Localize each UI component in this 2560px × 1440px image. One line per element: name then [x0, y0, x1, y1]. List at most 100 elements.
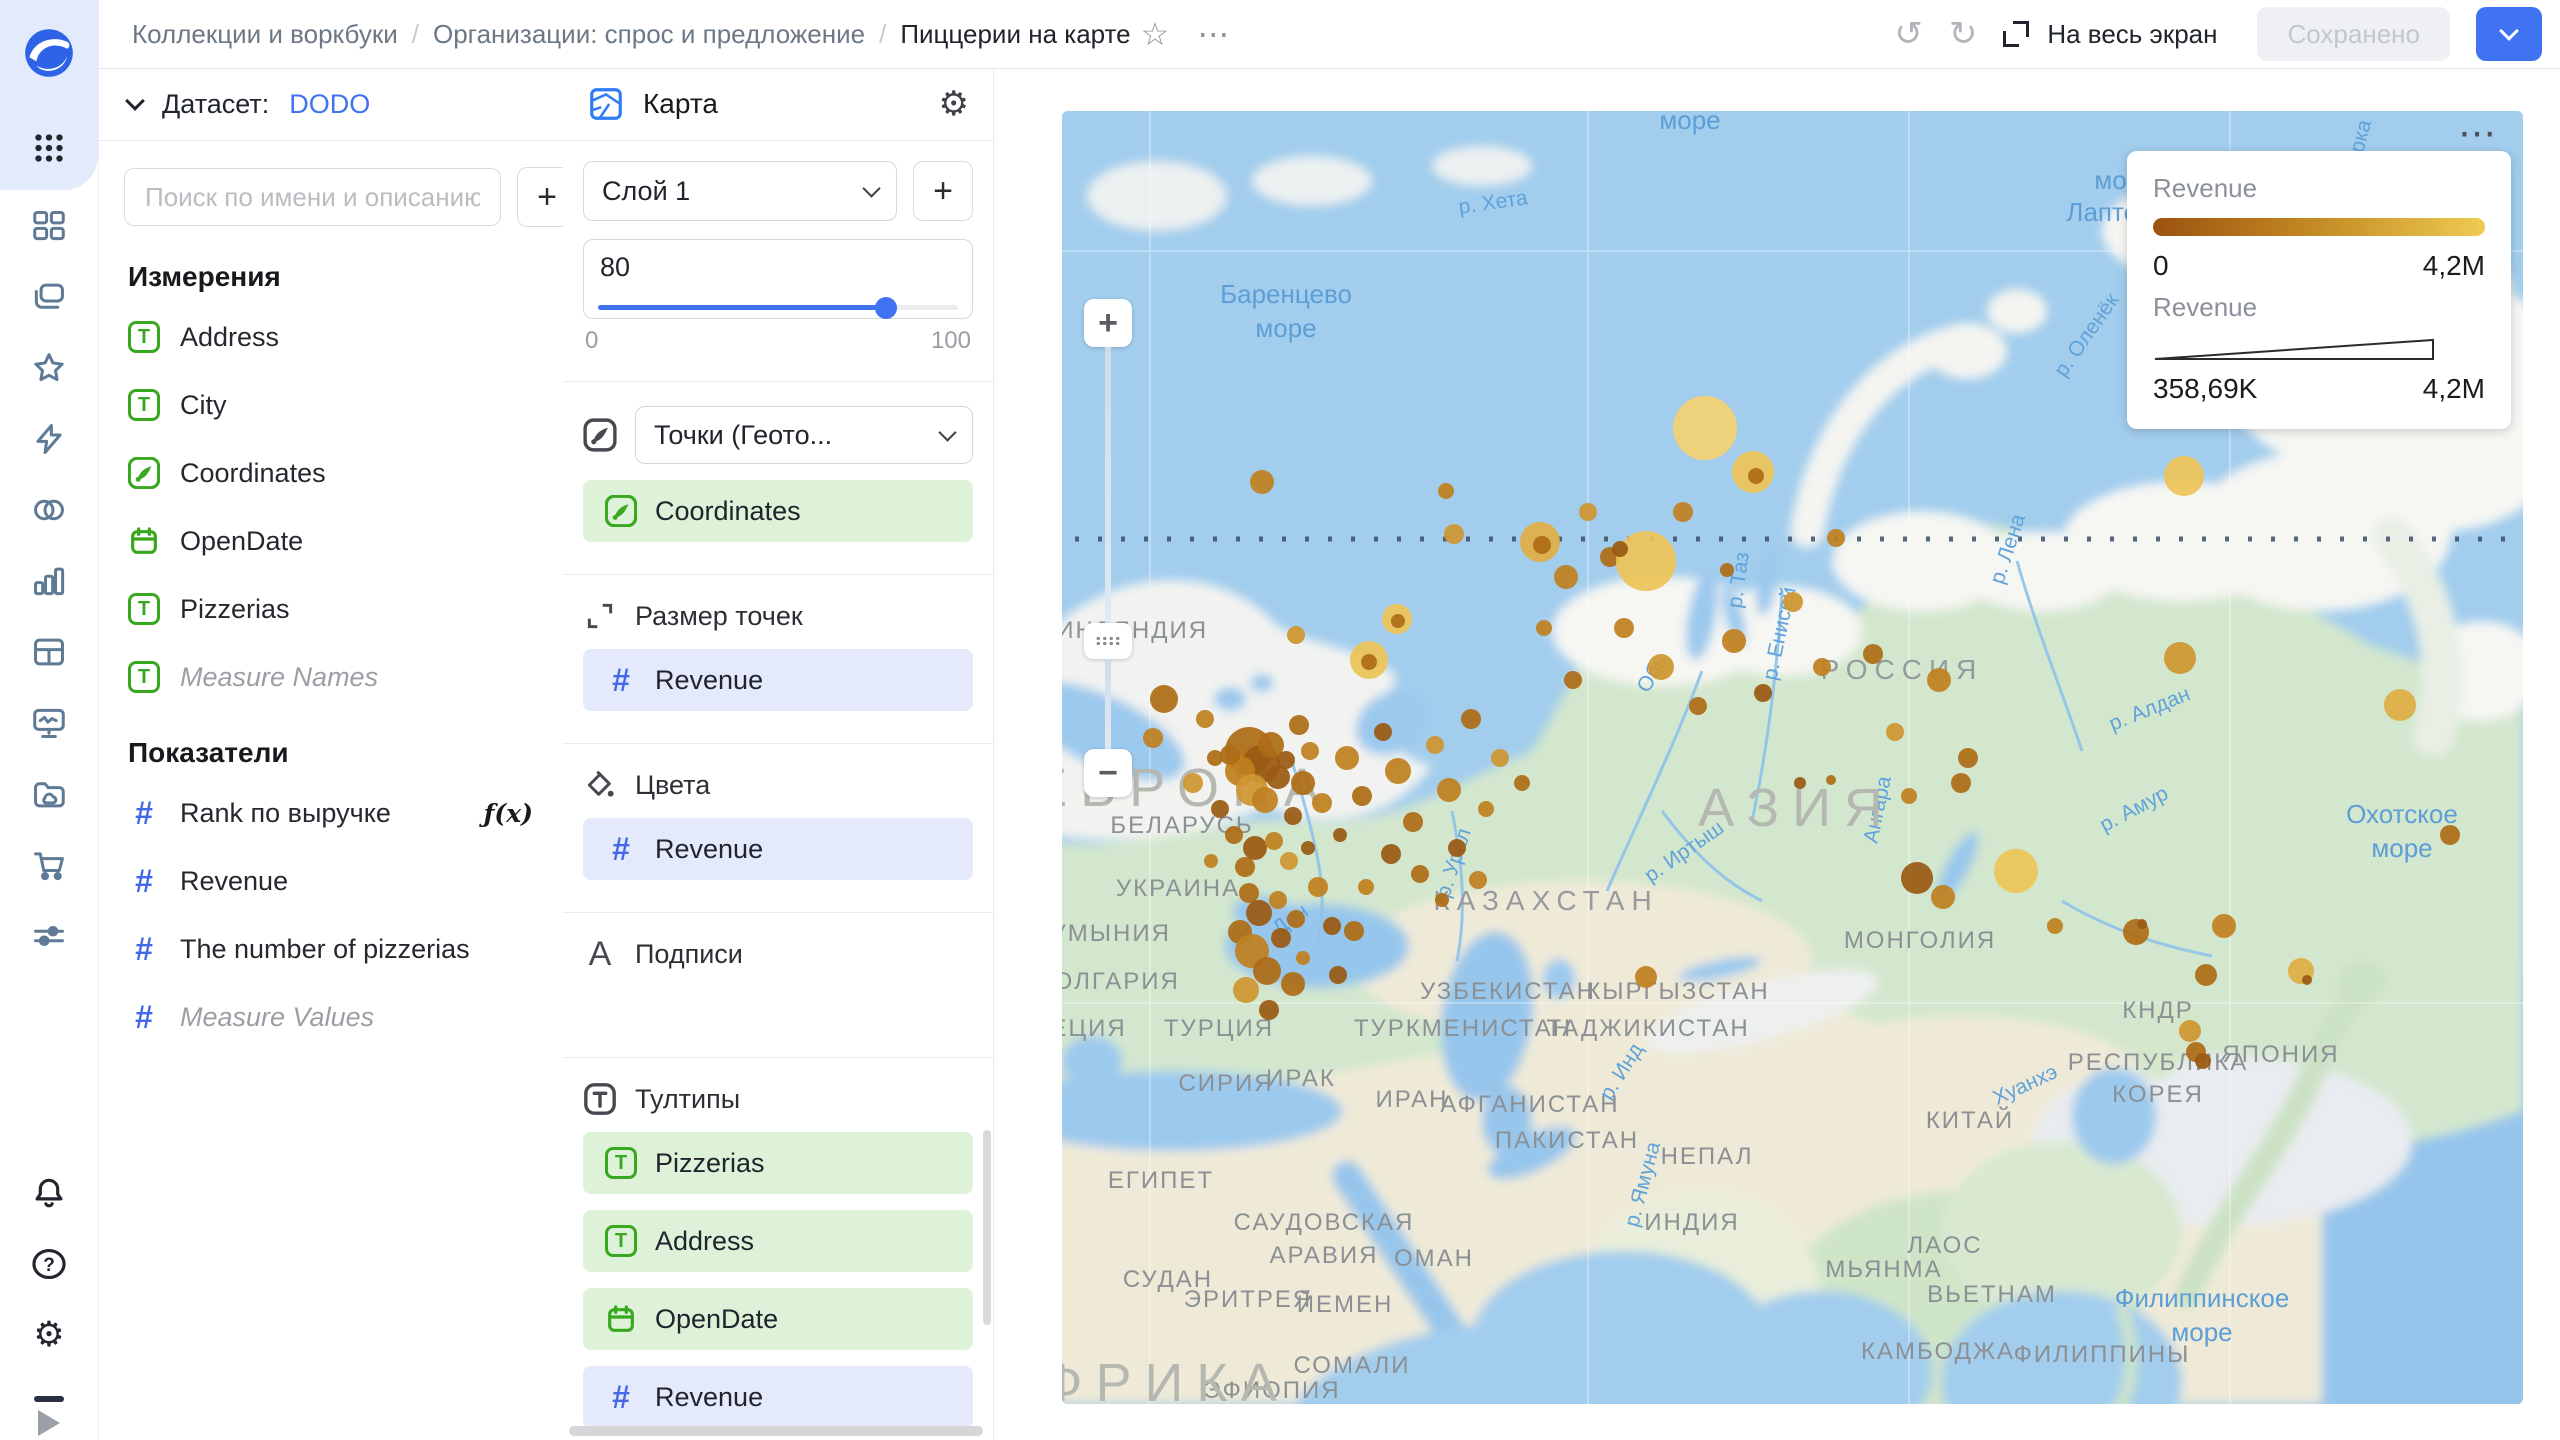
- chart-settings-gear-icon[interactable]: ⚙: [939, 84, 969, 124]
- rail-expand-icon[interactable]: [38, 1410, 60, 1436]
- map-point[interactable]: [1246, 900, 1272, 926]
- map-point[interactable]: [1648, 654, 1674, 680]
- dimension-field-measure-names[interactable]: TMeasure Names: [98, 643, 563, 711]
- map-point[interactable]: [1280, 852, 1298, 870]
- map-point[interactable]: [1689, 697, 1707, 715]
- chip-pizzerias[interactable]: TPizzerias: [583, 1132, 973, 1194]
- rail-item-favorites[interactable]: [30, 332, 68, 403]
- chip-coordinates[interactable]: Coordinates: [583, 480, 973, 542]
- map-point[interactable]: [1435, 893, 1449, 907]
- map-point[interactable]: [1533, 536, 1551, 554]
- map-point[interactable]: [1673, 396, 1737, 460]
- map-point[interactable]: [1220, 745, 1240, 765]
- map-point[interactable]: [1233, 977, 1259, 1003]
- rail-item-editor[interactable]: [30, 403, 68, 474]
- map-point[interactable]: [1329, 966, 1347, 984]
- map-point[interactable]: [1958, 748, 1978, 768]
- breadcrumb-item[interactable]: Организации: спрос и предложение: [433, 19, 865, 50]
- chip-revenue[interactable]: #Revenue: [583, 649, 973, 711]
- redo-icon[interactable]: ↻: [1949, 17, 1978, 51]
- map-point[interactable]: [1536, 620, 1552, 636]
- map-point[interactable]: [1827, 529, 1845, 547]
- map-point[interactable]: [1901, 862, 1933, 894]
- favorite-star-icon[interactable]: ☆: [1141, 15, 1170, 53]
- map-point[interactable]: [1287, 910, 1305, 928]
- rail-item-apps-grid[interactable]: [31, 106, 67, 190]
- map-point[interactable]: [1444, 524, 1464, 544]
- map-point[interactable]: [1243, 836, 1267, 860]
- dimension-field-pizzerias[interactable]: TPizzerias: [98, 575, 563, 643]
- rail-item-services[interactable]: [30, 900, 68, 971]
- map-point[interactable]: [1308, 877, 1328, 897]
- dataset-collapse-icon[interactable]: [125, 91, 145, 111]
- map-point[interactable]: [1150, 685, 1178, 713]
- map-point[interactable]: [1252, 787, 1278, 813]
- map-point[interactable]: [1143, 728, 1163, 748]
- map-point[interactable]: [1951, 773, 1971, 793]
- map-point[interactable]: [1333, 828, 1347, 842]
- dataset-name-link[interactable]: DODO: [289, 89, 370, 120]
- map-point[interactable]: [1235, 857, 1255, 877]
- map-point[interactable]: [1579, 503, 1597, 521]
- vertical-scrollbar[interactable]: [983, 1130, 991, 1325]
- zoom-track-lower[interactable]: [1105, 659, 1111, 749]
- map-point[interactable]: [1478, 801, 1494, 817]
- map-point[interactable]: [2164, 642, 2196, 674]
- map-point[interactable]: [1269, 891, 1287, 909]
- map-point[interactable]: [1284, 807, 1302, 825]
- chip-revenue[interactable]: #Revenue: [583, 1366, 973, 1428]
- undo-icon[interactable]: ↺: [1894, 17, 1923, 51]
- map-point[interactable]: [1994, 849, 2038, 893]
- map-point[interactable]: [1358, 879, 1374, 895]
- map-point[interactable]: [1301, 742, 1319, 760]
- map-point[interactable]: [2302, 975, 2312, 985]
- map-point[interactable]: [1614, 618, 1634, 638]
- chip-address[interactable]: TAddress: [583, 1210, 973, 1272]
- dimension-field-city[interactable]: TCity: [98, 371, 563, 439]
- dimension-field-address[interactable]: TAddress: [98, 303, 563, 371]
- dimension-field-opendate[interactable]: OpenDate: [98, 507, 563, 575]
- rail-item-datasets[interactable]: [30, 616, 68, 687]
- map-point[interactable]: [1403, 812, 1423, 832]
- map-point[interactable]: [1461, 709, 1481, 729]
- map-point[interactable]: [1616, 531, 1676, 591]
- chip-revenue[interactable]: #Revenue: [583, 818, 973, 880]
- map-point[interactable]: [1826, 775, 1836, 785]
- map-point[interactable]: [1239, 883, 1259, 903]
- map-point[interactable]: [2212, 914, 2236, 938]
- rail-item-notifications[interactable]: [30, 1157, 68, 1228]
- map-point[interactable]: [1722, 629, 1746, 653]
- map-point[interactable]: [1448, 839, 1466, 857]
- map-point[interactable]: [1323, 917, 1341, 935]
- map-point[interactable]: [1253, 957, 1281, 985]
- map-point[interactable]: [1374, 723, 1392, 741]
- rail-collapse-handle[interactable]: [34, 1396, 64, 1402]
- breadcrumb-menu-icon[interactable]: ⋯: [1197, 15, 1231, 53]
- horizontal-scrollbar[interactable]: [569, 1426, 983, 1436]
- map-point[interactable]: [1301, 841, 1315, 855]
- map-point[interactable]: [1469, 871, 1487, 889]
- map-point[interactable]: [1886, 723, 1904, 741]
- map-point[interactable]: [1352, 786, 1372, 806]
- map-point[interactable]: [2384, 689, 2416, 721]
- rail-item-connections[interactable]: [30, 474, 68, 545]
- map-point[interactable]: [1207, 750, 1223, 766]
- rail-item-datalens-logo[interactable]: [21, 0, 77, 106]
- map-point[interactable]: [1754, 684, 1772, 702]
- map-point[interactable]: [1927, 668, 1951, 692]
- map-point[interactable]: [1265, 832, 1283, 850]
- map-point[interactable]: [1931, 885, 1955, 909]
- map-point[interactable]: [2195, 964, 2217, 986]
- map-point[interactable]: [1426, 736, 1444, 754]
- map-point[interactable]: [1794, 777, 1806, 789]
- map-point[interactable]: [1183, 773, 1203, 793]
- map-point[interactable]: [2179, 1020, 2201, 1042]
- rail-item-files[interactable]: [30, 758, 68, 829]
- map-point[interactable]: [1673, 502, 1693, 522]
- saved-button[interactable]: Сохранено: [2257, 7, 2450, 61]
- map-point[interactable]: [1361, 654, 1377, 670]
- zoom-handle[interactable]: [1084, 623, 1132, 659]
- map-point[interactable]: [1296, 951, 1310, 965]
- map-point[interactable]: [1281, 972, 1305, 996]
- map-point[interactable]: [1813, 658, 1831, 676]
